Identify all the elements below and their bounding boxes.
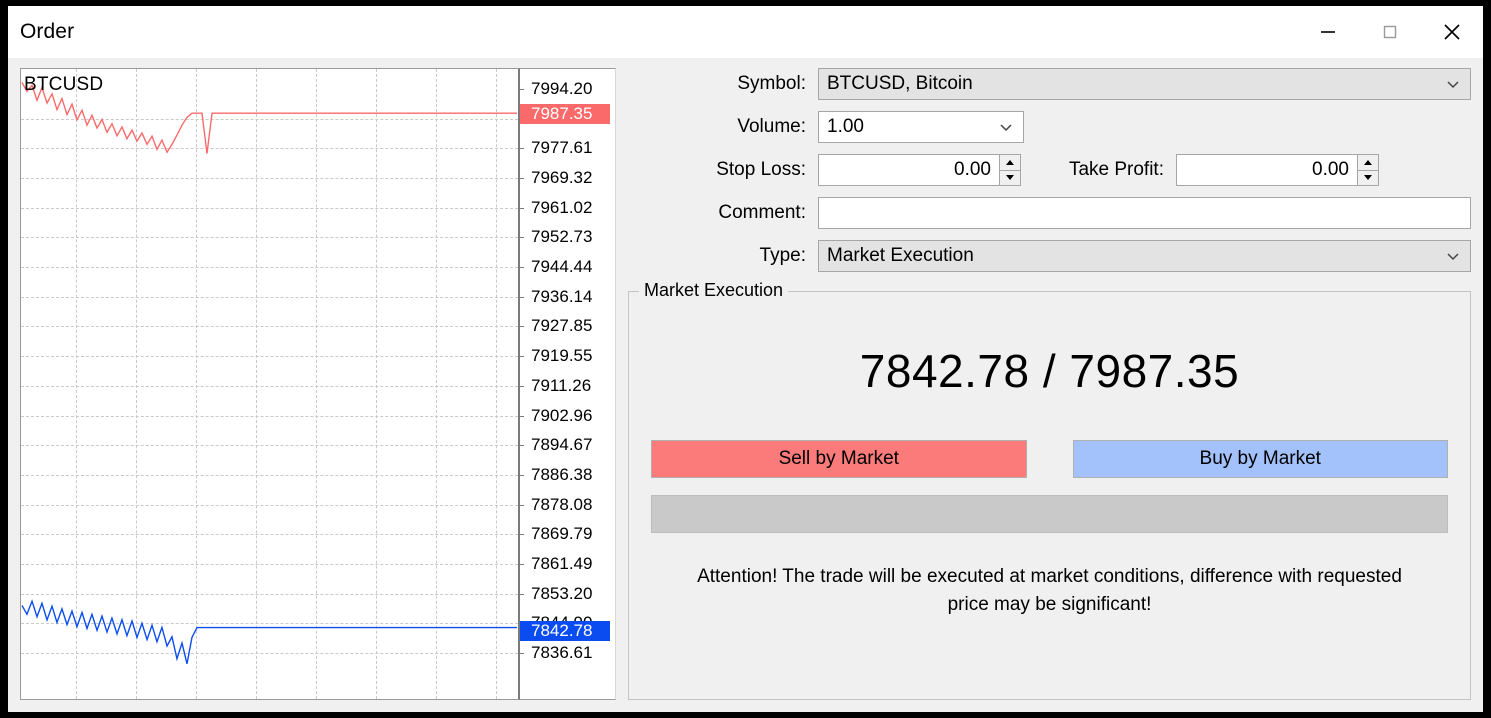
stops-row: Stop Loss: 0.00 Take Profi — [628, 154, 1471, 186]
price-tick: 7894.67 — [520, 435, 615, 455]
maximize-icon — [1379, 21, 1401, 43]
market-execution-group-title: Market Execution — [639, 280, 788, 301]
triangle-up-icon — [1005, 159, 1015, 166]
volume-label: Volume: — [628, 116, 818, 138]
maximize-button[interactable] — [1359, 6, 1421, 58]
price-tick: 7944.44 — [520, 257, 615, 277]
chart-symbol-watermark: BTCUSD — [24, 74, 103, 96]
price-tick: 7952.73 — [520, 227, 615, 247]
price-tick: 7911.26 — [520, 376, 615, 396]
chevron-down-icon — [1444, 247, 1462, 265]
price-tick-mark — [520, 534, 524, 535]
comment-row: Comment: — [628, 197, 1471, 229]
take-profit-input[interactable]: 0.00 — [1176, 154, 1357, 186]
triangle-up-icon — [1363, 159, 1373, 166]
price-tick-mark — [520, 148, 524, 149]
price-tick-mark — [520, 386, 524, 387]
chevron-down-icon — [1444, 75, 1462, 93]
attention-message: Attention! The trade will be executed at… — [651, 563, 1448, 618]
volume-select[interactable]: 1.00 — [818, 111, 1024, 143]
symbol-row: Symbol: BTCUSD, Bitcoin — [628, 68, 1471, 100]
close-icon — [1440, 20, 1464, 44]
price-tick-mark — [520, 89, 524, 90]
volume-row: Volume: 1.00 — [628, 111, 1471, 143]
take-profit-label: Take Profit: — [1021, 159, 1176, 181]
close-button[interactable] — [1421, 6, 1483, 58]
price-scale[interactable]: 7994.207985.907977.617969.327961.027952.… — [520, 68, 616, 700]
stop-loss-label: Stop Loss: — [628, 159, 818, 181]
price-tick-mark — [520, 564, 524, 565]
volume-value: 1.00 — [827, 116, 997, 138]
price-tick-mark — [520, 297, 524, 298]
type-select[interactable]: Market Execution — [818, 240, 1471, 272]
stop-loss-decrement[interactable] — [999, 170, 1021, 187]
bid-ask-quote: 7842.78 / 7987.35 — [651, 344, 1448, 398]
symbol-value: BTCUSD, Bitcoin — [827, 73, 1444, 95]
sell-by-market-button[interactable]: Sell by Market — [651, 440, 1027, 478]
type-value: Market Execution — [827, 245, 1444, 267]
market-execution-group: Market Execution 7842.78 / 7987.35 Sell … — [628, 291, 1471, 700]
minimize-icon — [1317, 21, 1339, 43]
comment-label: Comment: — [628, 202, 818, 224]
price-tick-mark — [520, 237, 524, 238]
price-tick-mark — [520, 178, 524, 179]
bid-price-label: 7842.78 — [520, 621, 610, 641]
bid-line — [22, 601, 517, 664]
price-tick: 7869.79 — [520, 524, 615, 544]
price-tick-mark — [520, 416, 524, 417]
price-tick-mark — [520, 653, 524, 654]
price-tick-mark — [520, 505, 524, 506]
price-tick-mark — [520, 208, 524, 209]
title-bar: Order — [8, 6, 1483, 58]
price-tick-mark — [520, 445, 524, 446]
chevron-down-icon — [997, 118, 1015, 136]
minimize-button[interactable] — [1297, 6, 1359, 58]
price-tick: 7861.49 — [520, 554, 615, 574]
take-profit-decrement[interactable] — [1357, 170, 1379, 187]
comment-input[interactable] — [818, 197, 1471, 229]
type-label: Type: — [628, 245, 818, 267]
symbol-label: Symbol: — [628, 73, 818, 95]
chart-series — [21, 69, 518, 685]
dialog-body: BTCUSD 7994.207985.907977.617969.327961.… — [8, 58, 1483, 712]
price-tick: 7927.85 — [520, 316, 615, 336]
take-profit-stepper[interactable]: 0.00 — [1176, 154, 1379, 186]
stop-loss-spin-buttons — [999, 154, 1021, 186]
stop-loss-stepper[interactable]: 0.00 — [818, 154, 1021, 186]
stop-loss-increment[interactable] — [999, 154, 1021, 170]
take-profit-spin-buttons — [1357, 154, 1379, 186]
price-tick-mark — [520, 356, 524, 357]
buy-by-market-button[interactable]: Buy by Market — [1073, 440, 1449, 478]
execution-progress-bar — [651, 495, 1448, 533]
stop-loss-input[interactable]: 0.00 — [818, 154, 999, 186]
price-tick-mark — [520, 594, 524, 595]
price-tick-mark — [520, 326, 524, 327]
price-tick: 7961.02 — [520, 198, 615, 218]
chart-panel: BTCUSD 7994.207985.907977.617969.327961.… — [20, 68, 618, 700]
window-controls — [1297, 6, 1483, 58]
price-tick: 7878.08 — [520, 495, 615, 515]
price-chart[interactable]: BTCUSD — [20, 68, 520, 700]
price-tick-mark — [520, 475, 524, 476]
price-tick: 7886.38 — [520, 465, 615, 485]
price-tick: 7977.61 — [520, 138, 615, 158]
window-title: Order — [20, 20, 74, 44]
take-profit-increment[interactable] — [1357, 154, 1379, 170]
price-tick: 7969.32 — [520, 168, 615, 188]
price-tick: 7853.20 — [520, 584, 615, 604]
market-buttons: Sell by Market Buy by Market — [651, 440, 1448, 478]
price-tick: 7994.20 — [520, 79, 615, 99]
price-tick: 7919.55 — [520, 346, 615, 366]
price-tick-mark — [520, 267, 524, 268]
order-form: Symbol: BTCUSD, Bitcoin Volume: 1.00 — [618, 68, 1471, 700]
symbol-select[interactable]: BTCUSD, Bitcoin — [818, 68, 1471, 100]
price-tick: 7936.14 — [520, 287, 615, 307]
triangle-down-icon — [1005, 174, 1015, 181]
type-row: Type: Market Execution — [628, 240, 1471, 272]
ask-price-label: 7987.35 — [520, 104, 610, 124]
price-tick: 7836.61 — [520, 643, 615, 663]
order-dialog: Order BTCUSD — [8, 6, 1483, 712]
triangle-down-icon — [1363, 174, 1373, 181]
price-tick: 7902.96 — [520, 406, 615, 426]
